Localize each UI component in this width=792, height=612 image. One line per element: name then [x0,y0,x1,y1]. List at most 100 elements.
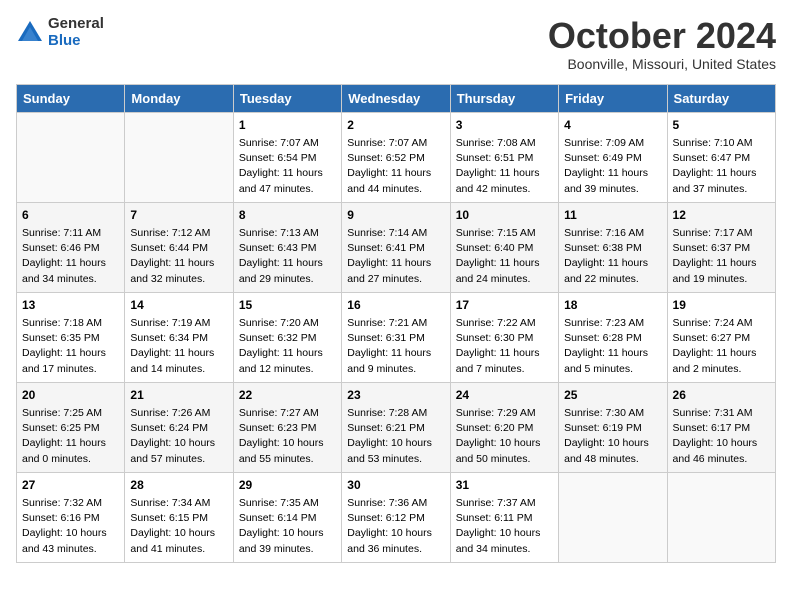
calendar-cell: 5Sunrise: 7:10 AMSunset: 6:47 PMDaylight… [667,112,775,202]
weekday-header-friday: Friday [559,84,667,112]
day-number: 10 [456,207,553,224]
calendar-cell: 20Sunrise: 7:25 AMSunset: 6:25 PMDayligh… [17,382,125,472]
sunset-text: Sunset: 6:27 PM [673,332,751,344]
day-number: 8 [239,207,336,224]
day-number: 3 [456,117,553,134]
calendar-cell: 2Sunrise: 7:07 AMSunset: 6:52 PMDaylight… [342,112,450,202]
calendar-cell: 8Sunrise: 7:13 AMSunset: 6:43 PMDaylight… [233,202,341,292]
sunset-text: Sunset: 6:11 PM [456,512,533,524]
sunrise-text: Sunrise: 7:23 AM [564,317,644,329]
daylight-text: Daylight: 11 hours and 32 minutes. [130,257,214,284]
daylight-text: Daylight: 11 hours and 24 minutes. [456,257,540,284]
page-header: General Blue October 2024 Boonville, Mis… [16,16,776,72]
daylight-text: Daylight: 11 hours and 7 minutes. [456,347,540,374]
calendar-week-2: 6Sunrise: 7:11 AMSunset: 6:46 PMDaylight… [17,202,776,292]
daylight-text: Daylight: 10 hours and 34 minutes. [456,527,541,554]
day-number: 11 [564,207,661,224]
weekday-header-tuesday: Tuesday [233,84,341,112]
calendar-cell [17,112,125,202]
calendar-header: SundayMondayTuesdayWednesdayThursdayFrid… [17,84,776,112]
weekday-header-wednesday: Wednesday [342,84,450,112]
logo: General Blue [16,16,104,49]
calendar-cell: 11Sunrise: 7:16 AMSunset: 6:38 PMDayligh… [559,202,667,292]
day-number: 17 [456,297,553,314]
calendar-cell: 15Sunrise: 7:20 AMSunset: 6:32 PMDayligh… [233,292,341,382]
day-number: 28 [130,477,227,494]
day-number: 22 [239,387,336,404]
sunrise-text: Sunrise: 7:07 AM [239,137,319,149]
sunrise-text: Sunrise: 7:16 AM [564,227,644,239]
sunrise-text: Sunrise: 7:20 AM [239,317,319,329]
calendar-cell: 1Sunrise: 7:07 AMSunset: 6:54 PMDaylight… [233,112,341,202]
sunset-text: Sunset: 6:21 PM [347,422,425,434]
calendar-cell: 23Sunrise: 7:28 AMSunset: 6:21 PMDayligh… [342,382,450,472]
daylight-text: Daylight: 10 hours and 57 minutes. [130,437,215,464]
day-number: 31 [456,477,553,494]
day-number: 23 [347,387,444,404]
daylight-text: Daylight: 11 hours and 29 minutes. [239,257,323,284]
calendar-cell: 28Sunrise: 7:34 AMSunset: 6:15 PMDayligh… [125,472,233,562]
sunset-text: Sunset: 6:17 PM [673,422,751,434]
day-number: 12 [673,207,770,224]
logo-general-text: General [48,16,104,33]
day-number: 9 [347,207,444,224]
calendar-week-4: 20Sunrise: 7:25 AMSunset: 6:25 PMDayligh… [17,382,776,472]
day-number: 7 [130,207,227,224]
sunset-text: Sunset: 6:47 PM [673,152,751,164]
sunset-text: Sunset: 6:12 PM [347,512,425,524]
daylight-text: Daylight: 10 hours and 55 minutes. [239,437,324,464]
calendar-cell: 6Sunrise: 7:11 AMSunset: 6:46 PMDaylight… [17,202,125,292]
weekday-header-saturday: Saturday [667,84,775,112]
day-number: 27 [22,477,119,494]
calendar-cell: 12Sunrise: 7:17 AMSunset: 6:37 PMDayligh… [667,202,775,292]
sunset-text: Sunset: 6:40 PM [456,242,534,254]
day-number: 4 [564,117,661,134]
daylight-text: Daylight: 11 hours and 37 minutes. [673,167,757,194]
sunrise-text: Sunrise: 7:31 AM [673,407,753,419]
calendar-cell: 3Sunrise: 7:08 AMSunset: 6:51 PMDaylight… [450,112,558,202]
sunrise-text: Sunrise: 7:18 AM [22,317,102,329]
sunrise-text: Sunrise: 7:14 AM [347,227,427,239]
sunrise-text: Sunrise: 7:27 AM [239,407,319,419]
logo-icon [16,19,44,47]
sunrise-text: Sunrise: 7:22 AM [456,317,536,329]
day-number: 6 [22,207,119,224]
sunset-text: Sunset: 6:24 PM [130,422,208,434]
sunrise-text: Sunrise: 7:21 AM [347,317,427,329]
day-number: 21 [130,387,227,404]
sunrise-text: Sunrise: 7:13 AM [239,227,319,239]
daylight-text: Daylight: 10 hours and 50 minutes. [456,437,541,464]
calendar-cell: 30Sunrise: 7:36 AMSunset: 6:12 PMDayligh… [342,472,450,562]
calendar-cell: 25Sunrise: 7:30 AMSunset: 6:19 PMDayligh… [559,382,667,472]
daylight-text: Daylight: 10 hours and 41 minutes. [130,527,215,554]
sunset-text: Sunset: 6:32 PM [239,332,317,344]
sunset-text: Sunset: 6:14 PM [239,512,317,524]
sunrise-text: Sunrise: 7:36 AM [347,497,427,509]
sunrise-text: Sunrise: 7:24 AM [673,317,753,329]
sunset-text: Sunset: 6:51 PM [456,152,534,164]
daylight-text: Daylight: 10 hours and 48 minutes. [564,437,649,464]
logo-text: General Blue [48,16,104,49]
sunrise-text: Sunrise: 7:09 AM [564,137,644,149]
day-number: 29 [239,477,336,494]
sunrise-text: Sunrise: 7:25 AM [22,407,102,419]
calendar-cell: 19Sunrise: 7:24 AMSunset: 6:27 PMDayligh… [667,292,775,382]
location: Boonville, Missouri, United States [548,56,776,72]
sunrise-text: Sunrise: 7:08 AM [456,137,536,149]
daylight-text: Daylight: 11 hours and 19 minutes. [673,257,757,284]
calendar-cell: 14Sunrise: 7:19 AMSunset: 6:34 PMDayligh… [125,292,233,382]
sunrise-text: Sunrise: 7:32 AM [22,497,102,509]
sunrise-text: Sunrise: 7:12 AM [130,227,210,239]
calendar-week-3: 13Sunrise: 7:18 AMSunset: 6:35 PMDayligh… [17,292,776,382]
sunrise-text: Sunrise: 7:10 AM [673,137,753,149]
calendar-cell: 29Sunrise: 7:35 AMSunset: 6:14 PMDayligh… [233,472,341,562]
daylight-text: Daylight: 11 hours and 34 minutes. [22,257,106,284]
sunset-text: Sunset: 6:28 PM [564,332,642,344]
sunrise-text: Sunrise: 7:19 AM [130,317,210,329]
daylight-text: Daylight: 10 hours and 39 minutes. [239,527,324,554]
day-number: 13 [22,297,119,314]
calendar-cell: 17Sunrise: 7:22 AMSunset: 6:30 PMDayligh… [450,292,558,382]
day-number: 30 [347,477,444,494]
sunrise-text: Sunrise: 7:11 AM [22,227,101,239]
sunset-text: Sunset: 6:16 PM [22,512,100,524]
